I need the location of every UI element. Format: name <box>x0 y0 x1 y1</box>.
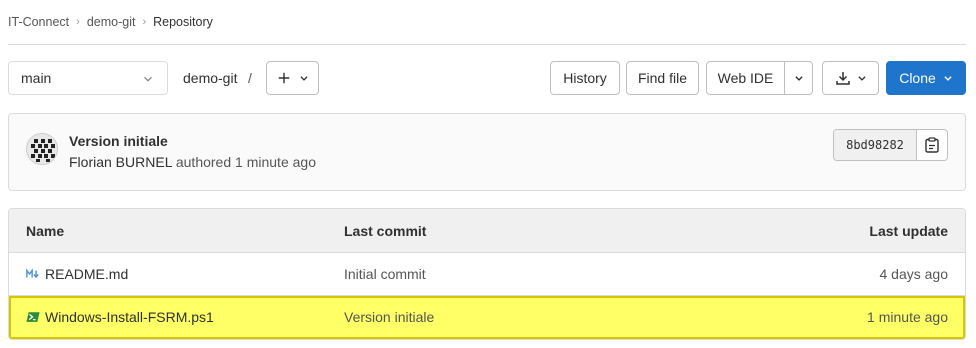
last-commit-panel: Version initiale Florian BURNEL authored… <box>8 113 966 191</box>
file-last-commit[interactable]: Initial commit <box>344 266 426 282</box>
web-ide-dropdown-toggle[interactable] <box>785 62 812 94</box>
avatar[interactable] <box>26 133 58 165</box>
web-ide-button[interactable]: Web IDE <box>707 62 785 94</box>
commit-time: 1 minute ago <box>235 154 316 170</box>
clone-button[interactable]: Clone <box>886 61 966 95</box>
chevron-down-icon <box>299 76 308 81</box>
table-row[interactable]: README.md Initial commit 4 days ago <box>9 253 965 296</box>
file-name[interactable]: Windows-Install-FSRM.ps1 <box>45 309 214 325</box>
file-last-update: 1 minute ago <box>867 309 948 325</box>
identicon-icon <box>27 134 57 164</box>
breadcrumb: IT-Connect › demo-git › Repository <box>8 14 213 30</box>
chevron-down-icon <box>944 76 952 81</box>
column-header-last-commit: Last commit <box>344 223 427 239</box>
download-icon <box>835 72 850 85</box>
column-header-name: Name <box>26 223 65 239</box>
commit-sha[interactable]: 8bd98282 <box>834 130 917 160</box>
breadcrumb-item-group[interactable]: IT-Connect <box>8 15 69 29</box>
table-row[interactable]: Windows-Install-FSRM.ps1 Version initial… <box>9 296 965 339</box>
web-ide-button-group: Web IDE <box>706 61 813 95</box>
repository-path[interactable]: demo-git <box>183 70 237 86</box>
chevron-down-icon <box>857 76 866 81</box>
breadcrumb-item-project[interactable]: demo-git <box>87 15 136 29</box>
clipboard-icon <box>925 137 939 153</box>
column-header-last-update: Last update <box>869 223 948 239</box>
path-separator: / <box>248 70 252 86</box>
powershell-icon <box>26 312 40 322</box>
commit-sha-group: 8bd98282 <box>833 129 948 161</box>
branch-name: main <box>21 70 52 86</box>
file-name[interactable]: README.md <box>45 266 128 282</box>
repository-toolbar: main demo-git / History Find file Web ID… <box>8 61 966 95</box>
chevron-right-icon: › <box>142 16 147 28</box>
copy-sha-button[interactable] <box>917 130 947 160</box>
plus-icon <box>278 72 289 84</box>
commit-title[interactable]: Version initiale <box>69 133 168 149</box>
file-last-commit[interactable]: Version initiale <box>344 309 434 325</box>
markdown-icon <box>26 268 39 279</box>
divider <box>8 44 966 45</box>
download-button[interactable] <box>822 61 879 95</box>
add-to-tree-button[interactable] <box>266 61 319 95</box>
file-last-update: 4 days ago <box>879 266 949 282</box>
history-button[interactable]: History <box>550 61 620 95</box>
commit-action: authored <box>175 154 232 170</box>
branch-selector[interactable]: main <box>8 61 168 95</box>
find-file-button[interactable]: Find file <box>626 61 699 95</box>
breadcrumb-item-current[interactable]: Repository <box>153 15 213 29</box>
chevron-down-icon <box>794 76 803 81</box>
table-header: Name Last commit Last update <box>9 209 965 253</box>
commit-author[interactable]: Florian BURNEL <box>69 154 172 170</box>
commit-meta: Florian BURNEL authored 1 minute ago <box>69 154 316 170</box>
chevron-right-icon: › <box>76 16 80 28</box>
clone-label: Clone <box>899 70 936 86</box>
chevron-down-icon <box>144 76 152 82</box>
file-tree-table: Name Last commit Last update README.md I… <box>8 208 966 340</box>
